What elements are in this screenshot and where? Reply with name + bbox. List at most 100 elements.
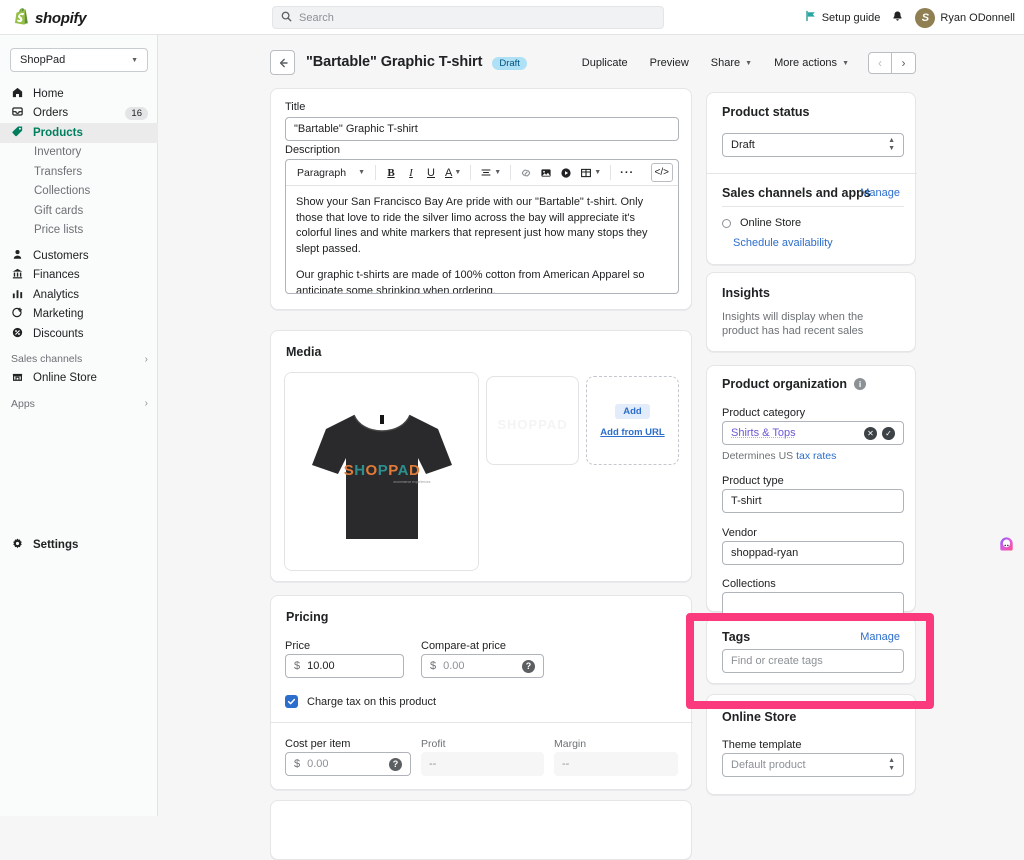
analytics-icon bbox=[11, 287, 24, 303]
sidebar-item-collections[interactable]: Collections bbox=[0, 182, 158, 202]
category-help-text: Determines US tax rates bbox=[722, 450, 836, 462]
more-options-button[interactable]: ··· bbox=[617, 163, 637, 183]
avatar: S bbox=[915, 7, 936, 28]
block-style-select[interactable]: Paragraph ▼ bbox=[291, 163, 369, 183]
align-button[interactable]: ▼ bbox=[477, 163, 504, 183]
insert-image-button[interactable] bbox=[537, 163, 555, 183]
italic-button[interactable]: I bbox=[402, 163, 420, 183]
description-body[interactable]: Show your San Francisco Bay Are pride wi… bbox=[286, 186, 678, 294]
underline-button[interactable]: U bbox=[422, 163, 440, 183]
more-actions-label: More actions bbox=[774, 57, 838, 69]
schedule-availability-link[interactable]: Schedule availability bbox=[733, 237, 833, 249]
home-icon bbox=[11, 86, 24, 102]
compare-at-price-placeholder: 0.00 bbox=[443, 660, 465, 672]
sidebar-subitem-label: Price lists bbox=[34, 224, 84, 237]
sidebar-section-apps[interactable]: Apps › bbox=[0, 394, 158, 413]
sidebar-item-finances[interactable]: Finances bbox=[0, 266, 158, 286]
title-input-value: "Bartable" Graphic T-shirt bbox=[294, 123, 418, 135]
charge-tax-row[interactable]: Charge tax on this product bbox=[285, 695, 436, 708]
sidebar-item-discounts[interactable]: Discounts bbox=[0, 324, 158, 344]
block-style-value: Paragraph bbox=[297, 166, 347, 179]
sidebar-item-label: Finances bbox=[33, 269, 80, 282]
html-code-button[interactable]: </> bbox=[650, 163, 673, 182]
text-color-button[interactable]: A ▼ bbox=[442, 163, 464, 183]
sidebar-item-label: Online Store bbox=[33, 372, 97, 385]
assistant-widget-icon[interactable] bbox=[998, 536, 1015, 553]
back-button[interactable] bbox=[270, 50, 295, 75]
user-menu[interactable]: S Ryan ODonnell bbox=[915, 7, 1015, 28]
sidebar-item-label: Orders bbox=[33, 107, 69, 120]
store-selector[interactable]: ShopPad ▼ bbox=[10, 48, 148, 72]
duplicate-button[interactable]: Duplicate bbox=[571, 54, 639, 72]
pagination: ‹ › bbox=[868, 52, 916, 74]
title-field-label: Title bbox=[285, 101, 306, 113]
storefront-icon bbox=[11, 370, 24, 386]
help-icon[interactable]: ? bbox=[389, 757, 402, 771]
status-badge: Draft bbox=[492, 57, 527, 70]
editor-toolbar: Paragraph ▼ B I U A ▼ ▼ ▼ ··· </> bbox=[286, 160, 678, 186]
vendor-input[interactable]: shoppad-ryan bbox=[722, 541, 904, 565]
add-media-button[interactable]: Add bbox=[615, 403, 650, 419]
sidebar-item-orders[interactable]: Orders 16 bbox=[0, 104, 158, 124]
product-type-input[interactable]: T-shirt bbox=[722, 489, 904, 513]
tax-rates-link[interactable]: tax rates bbox=[796, 450, 836, 462]
notifications-button[interactable] bbox=[891, 10, 904, 26]
shopify-bag-icon bbox=[13, 7, 30, 29]
sidebar-item-inventory[interactable]: Inventory bbox=[0, 143, 158, 163]
description-paragraph-2: Our graphic t-shirts are made of 100% co… bbox=[296, 269, 645, 294]
theme-template-select[interactable]: Default product ▲ ▼ bbox=[722, 753, 904, 777]
margin-value: -- bbox=[554, 752, 678, 776]
add-from-url-link[interactable]: Add from URL bbox=[600, 427, 664, 438]
bold-button[interactable]: B bbox=[382, 163, 400, 183]
sidebar-subitem-label: Gift cards bbox=[34, 204, 84, 217]
sales-channel-row[interactable]: Online Store bbox=[722, 217, 801, 229]
insert-video-button[interactable] bbox=[557, 163, 575, 183]
compare-at-price-input[interactable]: $ 0.00 ? bbox=[421, 654, 544, 678]
search-input[interactable]: Search bbox=[272, 6, 664, 29]
cost-per-item-input[interactable]: $ 0.00 ? bbox=[285, 752, 411, 776]
sidebar-item-customers[interactable]: Customers bbox=[0, 246, 158, 266]
channel-status-icon bbox=[722, 218, 731, 228]
sidebar-item-label: Settings bbox=[33, 539, 79, 551]
info-icon[interactable]: i bbox=[854, 378, 866, 390]
preview-label: Preview bbox=[649, 57, 689, 69]
insert-table-button[interactable]: ▼ bbox=[577, 163, 604, 183]
sidebar-item-price-lists[interactable]: Price lists bbox=[0, 221, 158, 241]
clear-category-icon[interactable]: ✕ bbox=[864, 426, 877, 440]
sidebar-item-gift-cards[interactable]: Gift cards bbox=[0, 201, 158, 221]
description-editor[interactable]: Paragraph ▼ B I U A ▼ ▼ ▼ ··· </> Show y… bbox=[285, 159, 679, 294]
preview-button[interactable]: Preview bbox=[639, 54, 700, 72]
variants-card bbox=[270, 800, 692, 860]
sidebar-item-settings[interactable]: Settings bbox=[0, 535, 158, 555]
media-thumbnail-secondary[interactable]: SHOPPAD bbox=[486, 376, 579, 465]
help-icon[interactable]: ? bbox=[522, 659, 535, 673]
sidebar-item-analytics[interactable]: Analytics bbox=[0, 285, 158, 305]
compare-at-price-label: Compare-at price bbox=[421, 640, 506, 652]
sidebar-item-marketing[interactable]: Marketing bbox=[0, 305, 158, 325]
confirm-category-icon[interactable]: ✓ bbox=[882, 426, 895, 440]
title-input[interactable]: "Bartable" Graphic T-shirt bbox=[285, 117, 679, 141]
setup-guide-button[interactable]: Setup guide bbox=[805, 10, 880, 25]
charge-tax-checkbox[interactable] bbox=[285, 695, 298, 708]
more-actions-button[interactable]: More actions ▼ bbox=[763, 54, 860, 72]
media-add-tile[interactable]: Add Add from URL bbox=[586, 376, 679, 465]
sidebar-item-products[interactable]: Products bbox=[0, 123, 158, 143]
product-category-input[interactable]: Shirts & Tops ✕ ✓ bbox=[722, 421, 904, 445]
sidebar-section-sales-channels[interactable]: Sales channels › bbox=[0, 350, 158, 369]
media-card: Media SHOPPAD ecommerce experiences SHOP… bbox=[270, 330, 692, 582]
sidebar-item-home[interactable]: Home bbox=[0, 84, 158, 104]
link-button[interactable] bbox=[517, 163, 535, 183]
media-thumbnail-primary[interactable]: SHOPPAD ecommerce experiences bbox=[284, 372, 479, 571]
shopify-logo[interactable]: shopify bbox=[13, 7, 87, 29]
sales-channels-manage-link[interactable]: Manage bbox=[860, 187, 900, 199]
sidebar-item-online-store[interactable]: Online Store bbox=[0, 369, 158, 389]
sidebar-item-transfers[interactable]: Transfers bbox=[0, 162, 158, 182]
price-input[interactable]: $ 10.00 bbox=[285, 654, 404, 678]
next-product-button[interactable]: › bbox=[892, 52, 916, 74]
description-paragraph-1: Show your San Francisco Bay Are pride wi… bbox=[296, 196, 648, 255]
product-status-select[interactable]: Draft ▲ ▼ bbox=[722, 133, 904, 157]
theme-template-label: Theme template bbox=[722, 739, 802, 751]
previous-product-button[interactable]: ‹ bbox=[868, 52, 892, 74]
sales-channels-divider bbox=[722, 206, 904, 207]
share-button[interactable]: Share ▼ bbox=[700, 54, 763, 72]
